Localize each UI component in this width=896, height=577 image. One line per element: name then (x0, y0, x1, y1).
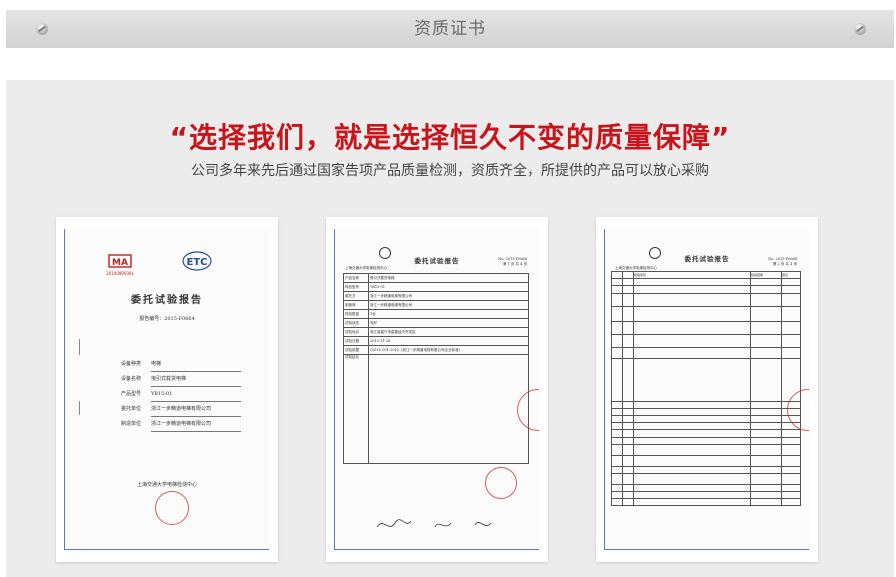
cma-etc-logo-icon: MA 2014090939L ETC (106, 251, 212, 276)
certificate-card-1[interactable]: MA 2014090939L ETC 委托试验报告 报告编号：2015-F066… (56, 217, 278, 562)
certificate-card-2[interactable]: 委托试验报告 上海交通大学电梯检测中心 No. 2015-F0664 第 1 页… (326, 217, 548, 562)
screw-right-icon (854, 23, 866, 35)
table-row: 试验状态 完好 (343, 318, 529, 328)
field-row: 制造单位 浙江一步精道电梯有限公司 (121, 417, 241, 432)
issuer: 上海交通大学电梯检测中心 (136, 482, 197, 488)
svg-text:MA: MA (112, 258, 128, 268)
certificate-image-3: 委托试验报告 上海交通大学电梯检测中心 No. 2015-F0664 第 2 页… (604, 229, 809, 550)
issuer-line: 上海交通大学电梯检测中心 (345, 266, 387, 270)
subline: 公司多年来先后通过国家告项产品质量检测，资质齐全，所提供的产品可以放心采购 (191, 163, 709, 179)
certificate-image-1: MA 2014090939L ETC 委托试验报告 报告编号：2015-F066… (64, 229, 269, 550)
table-row: 样品数量 1台 (343, 309, 529, 319)
report-number: No. 2015-F0664 第 2 页 共 4 页 (768, 257, 797, 266)
report-results-table: 检验项目 检验结果 结论 (611, 270, 801, 507)
svg-text:ETC: ETC (187, 257, 208, 268)
field-row: 委托单位 浙江一步精道电梯有限公司 (121, 402, 241, 417)
table-row: 样品型号 YB15-01 (343, 282, 529, 292)
table-row: 产品名称 曳引式载货电梯 (343, 273, 529, 283)
section-title: 资质证书 (414, 19, 486, 39)
red-seal-icon (155, 491, 189, 525)
table-row: 试验依据 Q/ZYL 001-2015《浙江一步精道电梯有限公司企业标准》 (343, 345, 529, 355)
certificate-image-2: 委托试验报告 上海交通大学电梯检测中心 No. 2015-F0664 第 1 页… (334, 229, 539, 550)
table-row: 试验结论 (343, 354, 529, 464)
table-row: 制造商 浙江一步精道电梯有限公司 (343, 300, 529, 310)
report-number: No. 2015-F0664 第 1 页 共 4 页 (498, 257, 527, 266)
field-row: 设备名称 曳引式载货电梯 (121, 372, 241, 387)
field-row: 产品型号 YB15-01 (121, 387, 241, 402)
table-row: 试验日期 2015-11-26 (343, 336, 529, 346)
table-row: 委托方 浙江一步精道电梯有限公司 (343, 291, 529, 301)
table-row: 检验项目 检验结果 结论 (611, 270, 801, 280)
report-form-table: 产品名称 曳引式载货电梯 样品型号 YB15-01 委托方 浙江一步精道电梯有限公司 … (343, 273, 529, 464)
certificate-title: 委托试验报告 (131, 295, 203, 306)
certificate-fields: 设备种类 电梯 设备名称 曳引式载货电梯 产品型号 YB15-01 委托单位 浙江一步精… (121, 357, 241, 432)
signature-icon (376, 519, 492, 528)
report-number: 报告编号：2015-F0664 (139, 316, 195, 322)
certificates-panel: “选择我们，就是选择恒久不变的质量保障” 公司多年来先后通过国家告项产品质量检测… (6, 80, 894, 577)
certificate-card-3[interactable]: 委托试验报告 上海交通大学电梯检测中心 No. 2015-F0664 第 2 页… (596, 217, 818, 562)
section-header-bar: 资质证书 (6, 10, 894, 48)
headline: “选择我们，就是选择恒久不变的质量保障” (169, 121, 731, 154)
red-seal-icon (485, 467, 517, 499)
svg-text:2014090939L: 2014090939L (106, 271, 134, 276)
field-row: 设备种类 电梯 (121, 357, 241, 372)
table-row: 试验地点 浙江省嘉兴市嘉善经济开发区 (343, 327, 529, 337)
